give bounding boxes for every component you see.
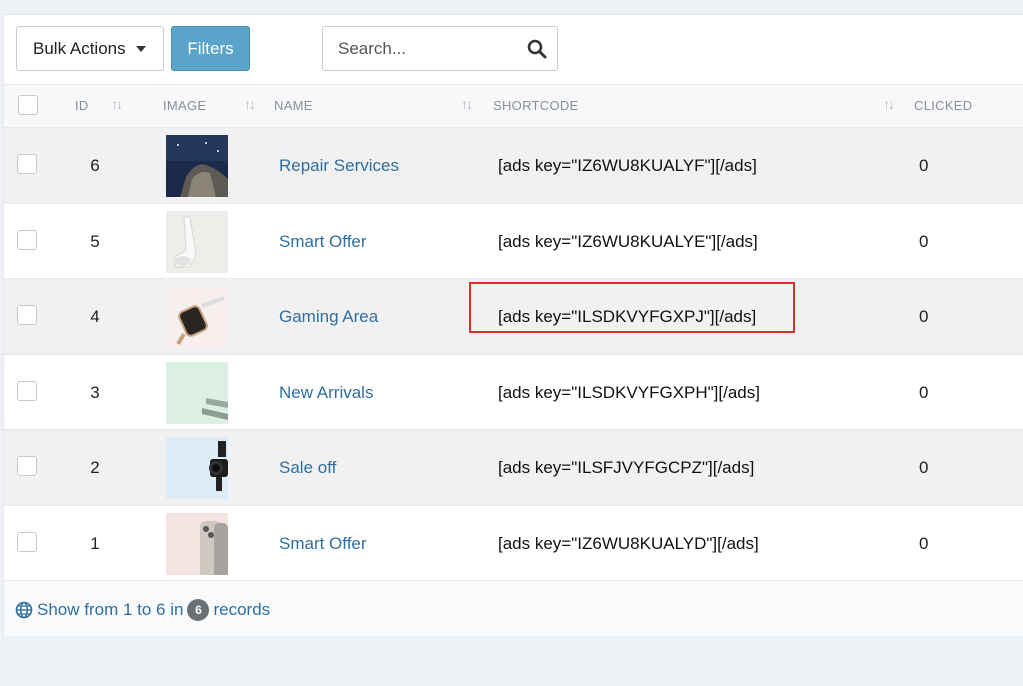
table-row: 5 Smart Offer [ads key="IZ6WU8KUALYE"][/… [4,204,1023,279]
row-name-link[interactable]: Smart Offer [279,534,367,554]
records-summary-suffix: records [213,600,271,619]
row-clicked: 0 [919,458,929,477]
row-id: 3 [90,382,100,402]
row-thumbnail [166,286,228,348]
row-id: 2 [90,458,100,477]
table-row: 6 Repair Services [ads key="IZ6WU8KUALYF… [4,128,1023,204]
table-row: 3 New Arrivals [ads key="ILSDKVYFGXPH"][… [4,355,1023,430]
column-header-clicked[interactable]: CLICKED [914,98,972,113]
row-checkbox[interactable] [17,229,37,250]
row-id: 6 [90,156,100,175]
table-row: 2 Sale off [ads key="ILSFJVYFGCPZ"][/ads… [4,430,1023,506]
bulk-actions-label: Bulk Actions [33,38,126,58]
ads-table-panel: Bulk Actions Filters ID ↑↓ IMAGE ↑↓ NAME… [3,14,1023,636]
row-name-link[interactable]: New Arrivals [279,383,373,403]
sort-icon[interactable]: ↑↓ [244,96,256,112]
globe-icon [15,601,33,619]
row-id: 4 [90,307,100,326]
row-name-link[interactable]: Smart Offer [279,232,367,252]
records-footer: Show from 1 to 6 in 6 records [4,581,1023,636]
sort-icon[interactable]: ↑↓ [461,96,473,112]
search-input[interactable] [323,27,523,70]
search-box [322,26,558,71]
table-header: ID ↑↓ IMAGE ↑↓ NAME ↑↓ SHORTCODE ↑↓ CLIC… [4,85,1023,128]
sort-icon[interactable]: ↑↓ [883,96,895,112]
row-thumbnail [166,361,228,424]
row-shortcode: [ads key="ILSDKVYFGXPJ"][/ads] [498,307,757,326]
row-shortcode: [ads key="IZ6WU8KUALYE"][/ads] [498,231,758,251]
table-row: 1 Smart Offer [ads key="IZ6WU8KUALYD"][/… [4,506,1023,581]
row-checkbox[interactable] [17,380,37,401]
records-count-badge: 6 [187,599,210,621]
row-clicked: 0 [919,382,929,402]
column-header-name[interactable]: NAME [274,98,313,113]
row-shortcode: [ads key="ILSFJVYFGCPZ"][/ads] [498,458,755,477]
filters-button[interactable]: Filters [171,26,250,71]
row-checkbox[interactable] [17,154,37,174]
row-id: 1 [90,533,100,553]
row-shortcode: [ads key="IZ6WU8KUALYD"][/ads] [498,533,759,553]
sort-icon[interactable]: ↑↓ [111,96,123,112]
row-clicked: 0 [919,231,929,251]
row-thumbnail [166,512,228,575]
row-name-link[interactable]: Gaming Area [279,307,378,327]
filters-label: Filters [187,38,234,58]
row-thumbnail [166,135,228,197]
toolbar: Bulk Actions Filters [4,15,1023,85]
table-row: 4 Gaming Area [ads key="ILSDKVYFGXPJ"][/… [4,279,1023,355]
records-summary-prefix: Show from 1 to 6 in [37,600,184,619]
row-name-link[interactable]: Sale off [279,458,336,478]
caret-down-icon [135,45,146,52]
row-shortcode: [ads key="ILSDKVYFGXPH"][/ads] [498,382,760,402]
row-checkbox[interactable] [17,456,37,476]
row-checkbox[interactable] [17,531,37,552]
row-name-link[interactable]: Repair Services [279,156,399,176]
row-checkbox[interactable] [17,305,37,325]
row-clicked: 0 [919,156,929,175]
row-thumbnail [166,210,228,273]
select-all-checkbox[interactable] [18,95,38,115]
column-header-image: IMAGE [163,98,207,113]
row-id: 5 [90,231,100,251]
row-clicked: 0 [919,533,929,553]
bulk-actions-dropdown[interactable]: Bulk Actions [16,26,164,71]
column-header-id[interactable]: ID [75,98,89,113]
column-header-shortcode: SHORTCODE [493,98,579,113]
row-thumbnail [166,437,228,499]
row-clicked: 0 [919,307,929,326]
search-icon[interactable] [527,39,547,59]
row-shortcode: [ads key="IZ6WU8KUALYF"][/ads] [498,156,757,175]
